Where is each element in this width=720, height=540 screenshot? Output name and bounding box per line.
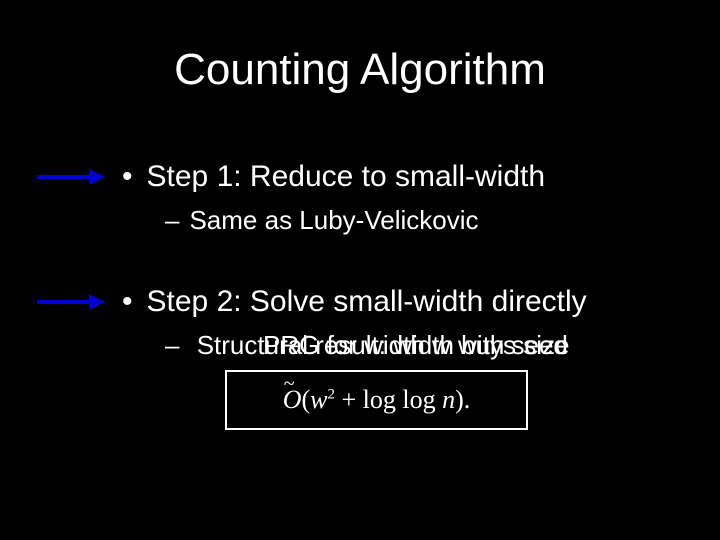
step-2-label: Step 2: Solve small-width directly <box>147 285 587 319</box>
step-2: • Step 2: Solve small-width directly <box>122 285 587 319</box>
step-1: • Step 1: Reduce to small-width <box>122 160 545 194</box>
paren-close: ). <box>455 385 470 414</box>
formula-exp: 2 <box>328 386 336 402</box>
formula-loglog: log log <box>363 385 436 414</box>
arrow-icon <box>37 298 107 306</box>
arrow-head <box>89 169 105 185</box>
step-1-label: Step 1: Reduce to small-width <box>147 160 546 194</box>
slide: Counting Algorithm • Step 1: Reduce to s… <box>0 0 720 540</box>
formula-box: ~ O(w2 + log log n). <box>225 370 528 430</box>
formula-plus: + <box>335 385 363 414</box>
arrow-icon <box>37 173 107 181</box>
step-1-sub: – Same as Luby-Velickovic <box>165 205 479 236</box>
formula-n: n <box>442 385 455 414</box>
paren-open: ( <box>301 385 310 414</box>
tilde: ~ <box>284 373 295 396</box>
bullet-dot: • <box>122 287 133 317</box>
step-2-sub-overlap: – Structural result: width buys size PRG… <box>165 330 570 361</box>
bullet-dot: • <box>122 162 133 192</box>
arrow-head <box>89 294 105 310</box>
dash: – <box>165 205 179 236</box>
arrow-line <box>37 300 91 304</box>
step-1-sub-label: Same as Luby-Velickovic <box>189 205 478 236</box>
dash: – <box>165 330 179 360</box>
arrow-line <box>37 175 91 179</box>
formula-w: w <box>310 385 327 414</box>
slide-title: Counting Algorithm <box>0 45 720 95</box>
step-2-sub-b: PRG for width w with seed <box>263 330 568 361</box>
formula: ~ O(w2 + log log n). <box>283 385 471 415</box>
